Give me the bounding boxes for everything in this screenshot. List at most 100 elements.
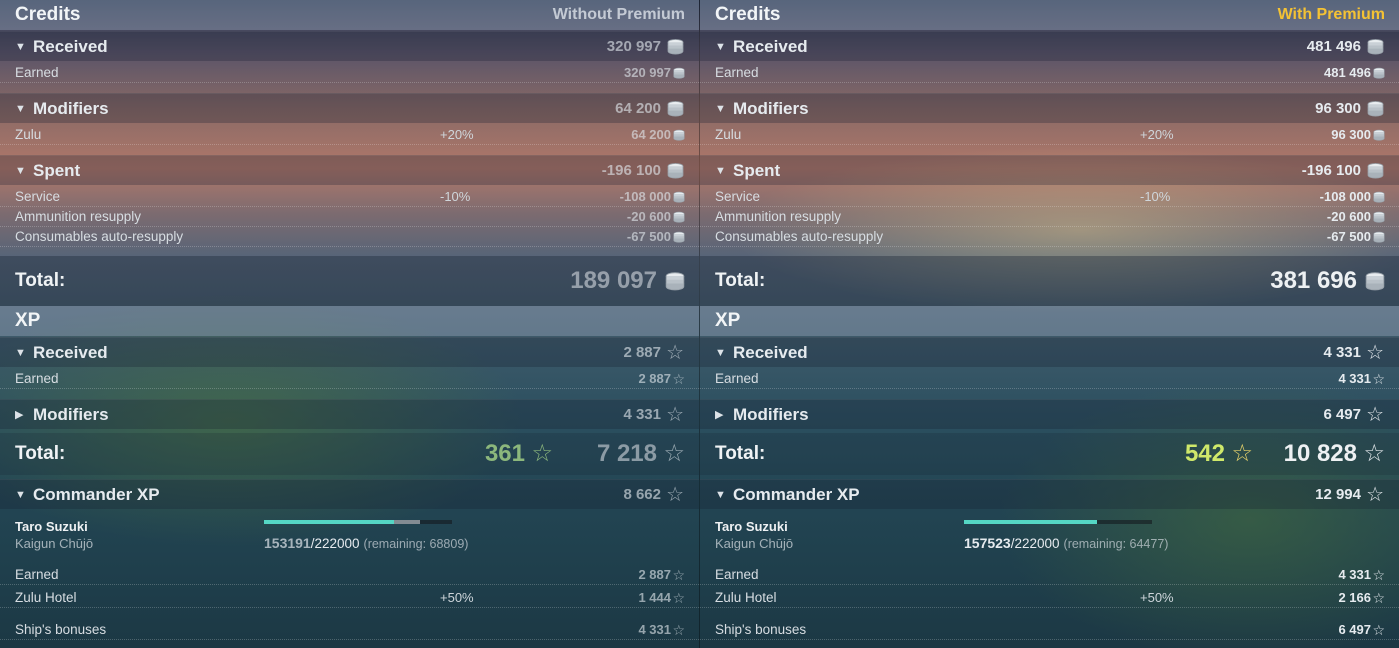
credits-modifiers-row-value: 64 200 [615,100,661,117]
star-outline-icon: ☆ [666,483,684,506]
credits-spent-row-value: -196 100 [1301,162,1361,179]
line-item-value: 4 331 [1338,567,1371,582]
commander-card: Taro Suzuki Kaigun Chūjō 153191/222000 (rem… [0,511,699,571]
line-item-value: 320 997 [624,65,671,80]
commander-xp-row[interactable]: ▼ Commander XP 12 994 ☆ [700,479,1399,509]
credits-received-row-value: 320 997 [606,38,661,55]
commander-xp-row-label: Commander XP [33,484,160,504]
coin-stack-icon [1367,38,1384,55]
line-item-percent: -10% [440,189,471,204]
coin-stack-icon [1373,231,1385,243]
star-outline-icon: ☆ [1363,440,1385,467]
line-item-label: Earned [15,65,59,80]
caret-down-icon[interactable]: ▼ [15,489,27,501]
caret-right-icon[interactable]: ▶ [15,408,27,421]
xp-total-value: 7 218 [596,440,657,467]
credits-spent-row[interactable]: ▼ Spent -196 100 [700,155,1399,185]
line-item-value: -20 600 [1326,209,1371,224]
commander-name: Taro Suzuki [15,519,88,534]
caret-down-icon[interactable]: ▼ [15,41,27,53]
line-item-percent: +50% [440,590,474,605]
line-item: Zulu +20% 64 200 [0,125,699,145]
xp-modifiers-row[interactable]: ▶ Modifiers 6 497 ☆ [700,399,1399,429]
line-item-value: 4 331 [638,622,671,637]
line-item-label: Ship's bonuses [715,622,807,637]
commander-progress-max: /222000 [310,536,360,551]
commander-progress-remaining: (remaining: 64477) [1063,537,1169,551]
caret-right-icon[interactable]: ▶ [715,408,727,421]
credits-total-label: Total: [715,270,766,291]
line-item-value: 4 331 [1338,371,1371,386]
star-outline-icon: ☆ [672,566,685,583]
commander-progress-remaining: (remaining: 68809) [363,537,469,551]
caret-down-icon[interactable]: ▼ [715,41,727,53]
caret-down-icon[interactable]: ▼ [715,489,727,501]
commander-name: Taro Suzuki [715,519,788,534]
coin-stack-icon [673,67,685,79]
xp-received-row-label: Received [33,342,108,362]
line-item-value: 96 300 [1331,127,1371,142]
line-item-value: 1 444 [638,590,671,605]
line-item: Earned 481 496 [700,63,1399,83]
star-outline-icon: ☆ [672,370,685,387]
coin-stack-icon [673,211,685,223]
line-item-label: Earned [15,567,59,582]
credits-title: Credits [15,4,81,25]
line-item-value: -108 000 [619,189,671,204]
xp-title: XP [715,310,741,331]
star-outline-icon: ☆ [672,589,685,606]
xp-modifiers-row-label: Modifiers [733,404,809,424]
credits-received-row[interactable]: ▼ Received 481 496 [700,31,1399,61]
credits-received-row-value: 481 496 [1306,38,1361,55]
line-item: Zulu Hotel +50% 1 444 ☆ [0,588,699,608]
star-outline-icon: ☆ [666,403,684,426]
line-item-label: Service [15,189,61,204]
credits-received-row[interactable]: ▼ Received 320 997 [0,31,699,61]
caret-down-icon[interactable]: ▼ [15,347,27,359]
xp-received-row[interactable]: ▼ Received 4 331 ☆ [700,337,1399,367]
line-item: Service -10% -108 000 [700,187,1399,207]
credits-modifiers-row[interactable]: ▼ Modifiers 96 300 [700,93,1399,123]
caret-down-icon[interactable]: ▼ [15,103,27,115]
star-outline-icon: ☆ [1372,566,1385,583]
line-item: Service -10% -108 000 [0,187,699,207]
caret-down-icon[interactable]: ▼ [715,103,727,115]
line-item: Ship's bonuses 4 331 ☆ [0,620,699,640]
xp-title: XP [15,310,41,331]
line-item-percent: +50% [1140,590,1174,605]
line-item-label: Consumables auto-resupply [715,229,884,244]
xp-header: XP [700,306,1399,336]
xp-modifiers-row-value: 4 331 [623,406,661,423]
credits-title: Credits [715,4,781,25]
xp-modifiers-row[interactable]: ▶ Modifiers 4 331 ☆ [0,399,699,429]
coin-stack-icon [1373,67,1385,79]
caret-down-icon[interactable]: ▼ [15,165,27,177]
credits-spent-row-value: -196 100 [601,162,661,179]
line-item-label: Zulu Hotel [715,590,777,605]
xp-received-row-label: Received [733,342,808,362]
credits-total-label: Total: [15,270,66,291]
credits-modifiers-row-label: Modifiers [733,98,809,118]
credits-total-row: Total: 381 696 [700,256,1399,306]
line-item-label: Earned [15,371,59,386]
free-xp-star-icon: ☆ [1231,440,1253,467]
commander-card: Taro Suzuki Kaigun Chūjō 157523/222000 (rem… [700,511,1399,571]
xp-modifiers-row-value: 6 497 [1323,406,1361,423]
free-xp-value: 542 [1184,440,1225,467]
credits-modifiers-row[interactable]: ▼ Modifiers 64 200 [0,93,699,123]
commander-xp-row[interactable]: ▼ Commander XP 8 662 ☆ [0,479,699,509]
commander-progress-current: 153191 [264,535,311,551]
credits-spent-row[interactable]: ▼ Spent -196 100 [0,155,699,185]
commander-xp-row-label: Commander XP [733,484,860,504]
caret-down-icon[interactable]: ▼ [715,347,727,359]
xp-received-row[interactable]: ▼ Received 2 887 ☆ [0,337,699,367]
line-item: Ammunition resupply -20 600 [700,207,1399,227]
line-item: Earned 4 331 ☆ [700,565,1399,585]
commander-progress-current: 157523 [964,535,1011,551]
caret-down-icon[interactable]: ▼ [715,165,727,177]
coin-stack-icon [665,271,685,291]
coin-stack-icon [1365,271,1385,291]
commander-progress-fill [264,520,394,524]
commander-progress-max: /222000 [1010,536,1060,551]
commander-progress-bar [964,520,1152,524]
